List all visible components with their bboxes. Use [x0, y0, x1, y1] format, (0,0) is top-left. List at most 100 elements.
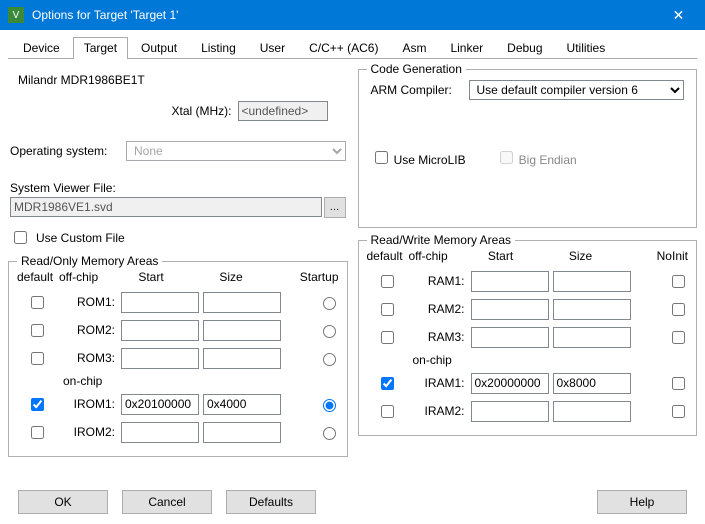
- tab-cpp[interactable]: C/C++ (AC6): [298, 37, 389, 59]
- iram1-noinit[interactable]: [672, 377, 685, 390]
- ram3-size[interactable]: [553, 327, 631, 348]
- readwrite-memory-group: Read/Write Memory Areas default off-chip…: [358, 240, 698, 436]
- iram2-default-check[interactable]: [381, 405, 394, 418]
- arm-compiler-label: ARM Compiler:: [371, 83, 461, 97]
- code-generation-group: Code Generation ARM Compiler: Use defaul…: [358, 69, 698, 228]
- rom3-size[interactable]: [203, 348, 281, 369]
- svd-input[interactable]: [10, 197, 322, 217]
- ram2-noinit[interactable]: [672, 303, 685, 316]
- rom-row: ROM2:: [17, 316, 339, 344]
- iram1-default-check[interactable]: [381, 377, 394, 390]
- irom1-start[interactable]: [121, 394, 199, 415]
- rom3-default-check[interactable]: [31, 352, 44, 365]
- left-column: Milandr MDR1986BE1T Xtal (MHz): Operatin…: [8, 69, 348, 457]
- device-name: Milandr MDR1986BE1T: [8, 69, 348, 91]
- irom2-size[interactable]: [203, 422, 281, 443]
- iram1-name: IRAM1:: [411, 376, 467, 390]
- ram1-start[interactable]: [471, 271, 549, 292]
- ram2-start[interactable]: [471, 299, 549, 320]
- irom2-default-check[interactable]: [31, 426, 44, 439]
- ram-hdr-offchip: off-chip: [409, 249, 461, 263]
- iram1-size[interactable]: [553, 373, 631, 394]
- xtal-input[interactable]: [238, 101, 328, 121]
- ram-onchip-label: on-chip: [367, 351, 689, 369]
- app-icon: V: [8, 7, 24, 23]
- tab-listing[interactable]: Listing: [190, 37, 247, 59]
- rom3-start[interactable]: [121, 348, 199, 369]
- tab-utilities[interactable]: Utilities: [556, 37, 617, 59]
- ram1-size[interactable]: [553, 271, 631, 292]
- svd-browse-button[interactable]: …: [324, 197, 346, 218]
- ram-hdr-noinit: NoInit: [621, 249, 689, 263]
- rom1-size[interactable]: [203, 292, 281, 313]
- use-custom-file-label: Use Custom File: [36, 231, 125, 245]
- tab-device[interactable]: Device: [12, 37, 71, 59]
- rom-hdr-offchip: off-chip: [59, 270, 111, 284]
- ram3-name: RAM3:: [411, 330, 467, 344]
- irom2-startup[interactable]: [323, 427, 336, 440]
- ram-hdr-default: default: [367, 249, 409, 263]
- titlebar: V Options for Target 'Target 1' ✕: [0, 0, 705, 30]
- help-button[interactable]: Help: [597, 490, 687, 514]
- ram3-noinit[interactable]: [672, 331, 685, 344]
- irom1-size[interactable]: [203, 394, 281, 415]
- ram2-default-check[interactable]: [381, 303, 394, 316]
- rom3-name: ROM3:: [61, 351, 117, 365]
- tab-linker[interactable]: Linker: [439, 37, 494, 59]
- ram3-default-check[interactable]: [381, 331, 394, 344]
- tab-output[interactable]: Output: [130, 37, 188, 59]
- defaults-button[interactable]: Defaults: [226, 490, 316, 514]
- readwrite-legend: Read/Write Memory Areas: [367, 233, 516, 247]
- ram-row: IRAM2:: [367, 397, 689, 425]
- irom1-default-check[interactable]: [31, 398, 44, 411]
- iram2-start[interactable]: [471, 401, 549, 422]
- rom1-name: ROM1:: [61, 295, 117, 309]
- ram1-default-check[interactable]: [381, 275, 394, 288]
- ram2-size[interactable]: [553, 299, 631, 320]
- microlib-checkbox[interactable]: [375, 151, 388, 164]
- rom-row: IROM2:: [17, 418, 339, 446]
- rom2-name: ROM2:: [61, 323, 117, 337]
- tab-user[interactable]: User: [249, 37, 296, 59]
- ram2-name: RAM2:: [411, 302, 467, 316]
- ram-hdr-start: Start: [461, 249, 541, 263]
- ram1-name: RAM1:: [411, 274, 467, 288]
- iram2-noinit[interactable]: [672, 405, 685, 418]
- ok-button[interactable]: OK: [18, 490, 108, 514]
- tab-asm[interactable]: Asm: [391, 37, 437, 59]
- svd-label: System Viewer File:: [10, 181, 346, 195]
- rom-onchip-label: on-chip: [17, 372, 339, 390]
- ram-hdr-size: Size: [541, 249, 621, 263]
- rom2-default-check[interactable]: [31, 324, 44, 337]
- os-select[interactable]: None: [126, 141, 346, 161]
- ram-row: IRAM1:: [367, 369, 689, 397]
- rom2-start[interactable]: [121, 320, 199, 341]
- arm-compiler-select[interactable]: Use default compiler version 6: [469, 80, 685, 100]
- rom-hdr-start: Start: [111, 270, 191, 284]
- rom-hdr-startup: Startup: [271, 270, 339, 284]
- cancel-button[interactable]: Cancel: [122, 490, 212, 514]
- close-icon[interactable]: ✕: [656, 0, 701, 30]
- irom2-start[interactable]: [121, 422, 199, 443]
- iram1-start[interactable]: [471, 373, 549, 394]
- ram-row: RAM3:: [367, 323, 689, 351]
- use-custom-file-checkbox[interactable]: [14, 231, 27, 244]
- tab-target[interactable]: Target: [73, 37, 128, 59]
- rom1-start[interactable]: [121, 292, 199, 313]
- big-endian-checkbox: [500, 151, 513, 164]
- rom-row: IROM1:: [17, 390, 339, 418]
- rom3-startup[interactable]: [323, 353, 336, 366]
- os-label: Operating system:: [10, 144, 120, 158]
- rom1-default-check[interactable]: [31, 296, 44, 309]
- iram2-size[interactable]: [553, 401, 631, 422]
- ram3-start[interactable]: [471, 327, 549, 348]
- xtal-label: Xtal (MHz):: [172, 104, 232, 118]
- rom1-startup[interactable]: [323, 297, 336, 310]
- ram1-noinit[interactable]: [672, 275, 685, 288]
- irom1-name: IROM1:: [61, 397, 117, 411]
- irom1-startup[interactable]: [323, 399, 336, 412]
- rom-hdr-default: default: [17, 270, 59, 284]
- rom2-startup[interactable]: [323, 325, 336, 338]
- rom2-size[interactable]: [203, 320, 281, 341]
- tab-debug[interactable]: Debug: [496, 37, 553, 59]
